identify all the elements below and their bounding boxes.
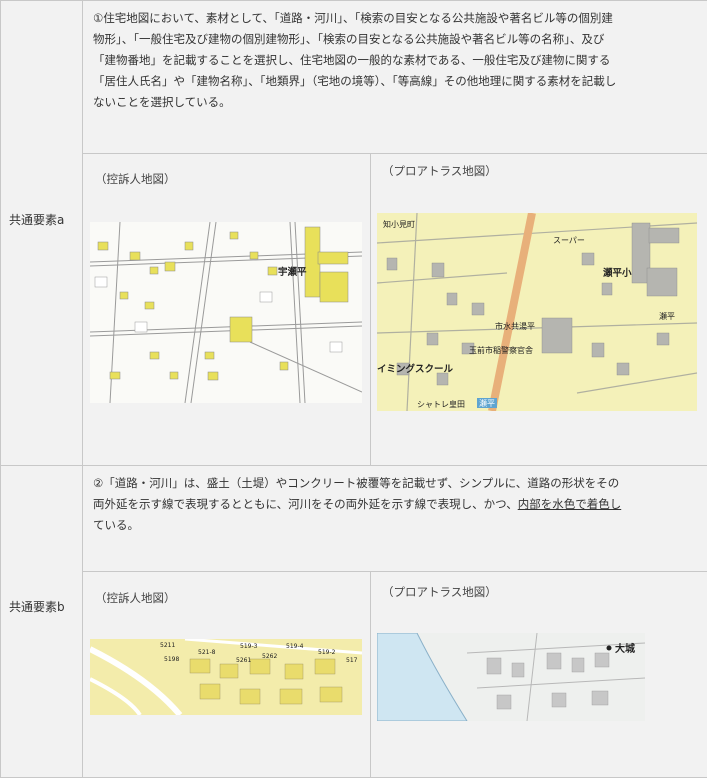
- map-a-right-label-0: 知小見町: [383, 220, 415, 229]
- desc-b-l3: ている。: [93, 518, 139, 532]
- caption-b-right: （プロアトラス地図）: [382, 585, 497, 599]
- desc-b-underlined: 内部を水色で着色し: [517, 497, 622, 511]
- map-a-right-label-7: シャトレ皇田: [417, 400, 465, 409]
- map-a-right-label-5: 玉前市稲警察官舎: [469, 346, 533, 355]
- map-b-left-label-1: 5198: [164, 656, 180, 663]
- row-a-description-text: ①住宅地図において、素材として、「道路・河川」、「検索の目安となる公共施設や著名…: [93, 8, 699, 113]
- map-a-right: 知小見町 スーパー 瀬平小 瀬平 市水共湯平 玉前市稲警察官舎 イミングスクール…: [377, 213, 697, 411]
- desc-b-l1: ②「道路・河川」は、盛土（土堤）やコンクリート被覆等を記載せず、シンプルに、道路…: [93, 476, 620, 490]
- caption-b-left: （控訴人地図）: [95, 591, 176, 605]
- map-b-left-label-0: 5211: [160, 642, 176, 649]
- map-a-right-label-2: 瀬平小: [603, 268, 632, 279]
- map-b-right-label-0: 大城: [615, 644, 635, 655]
- desc-a-l2: 物形」、「一般住宅及び建物の個別建物形」、「検索の目安となる公共施設や著名ビル等…: [93, 32, 605, 46]
- map-b-left-label-8: 517: [346, 657, 358, 664]
- desc-a-l1: ①住宅地図において、素材として、「道路・河川」、「検索の目安となる公共施設や著名…: [93, 11, 613, 25]
- map-a-right-label-3: 瀬平: [659, 312, 675, 321]
- map-b-right-river: [377, 633, 468, 721]
- desc-a-l5: ないことを選択している。: [93, 95, 231, 109]
- map-a-right-label-1: スーパー: [553, 236, 585, 245]
- map-b-left: 5211 5198 521-8 519-3 519-4 5261 5262 51…: [90, 639, 362, 715]
- row-divider: [0, 465, 707, 466]
- desc-divider-a: [83, 153, 707, 154]
- desc-b-l2: 両外延を示す線で表現するとともに、河川をその両外延を示す線で表現し、かつ、内部を…: [93, 494, 699, 515]
- desc-a-l3: 「建物番地」を記載することを選択し、住宅地図の一般的な素材である、一般住宅及び建…: [93, 53, 611, 67]
- row-label-b-text: 共通要素b: [9, 600, 65, 614]
- map-a-right-main-road: [488, 213, 536, 411]
- row-label-a-text: 共通要素a: [9, 213, 65, 227]
- caption-a-right: （プロアトラス地図）: [382, 164, 497, 178]
- map-b-left-label-2: 521-8: [198, 649, 216, 656]
- map-b-left-label-6: 5262: [262, 653, 278, 660]
- map-b-left-label-7: 519-2: [318, 649, 336, 656]
- map-b-right-marker: [606, 645, 612, 651]
- map-a-left: 宇瀬平: [90, 222, 362, 403]
- desc-a-l4: 「居住人氏名」や「建物名称」、「地類界」（宅地の境等）、「等高線」その他地理に関…: [93, 74, 617, 88]
- desc-b-l2-text: 両外延を示す線で表現するとともに、河川をその両外延を示す線で表現し、かつ、: [93, 497, 518, 511]
- map-b-left-label-5: 5261: [236, 657, 252, 664]
- map-a-right-drawing: [377, 213, 697, 411]
- map-a-left-drawing: [90, 222, 362, 403]
- map-b-left-label-3: 519-3: [240, 643, 258, 650]
- desc-divider-b: [83, 571, 707, 572]
- layout-overlay: 共通要素a 共通要素b ①住宅地図において、素材として、「道路・河川」、「検索の…: [0, 0, 707, 778]
- map-divider-b: [370, 571, 371, 777]
- map-a-right-label-8: 瀬平: [479, 399, 495, 408]
- map-a-left-label-0: 宇瀬平: [278, 267, 307, 278]
- row-b-description-text: ②「道路・河川」は、盛土（土堤）やコンクリート被覆等を記載せず、シンプルに、道路…: [93, 473, 699, 536]
- map-a-right-label-4: 市水共湯平: [495, 322, 535, 331]
- caption-a-left: （控訴人地図）: [95, 172, 176, 186]
- map-a-right-label-6: イミングスクール: [377, 364, 454, 375]
- map-b-left-label-4: 519-4: [286, 643, 304, 650]
- map-b-right-drawing: [377, 633, 645, 721]
- col-divider: [82, 0, 83, 777]
- map-divider-a: [370, 153, 371, 465]
- map-b-right: 大城: [377, 633, 645, 721]
